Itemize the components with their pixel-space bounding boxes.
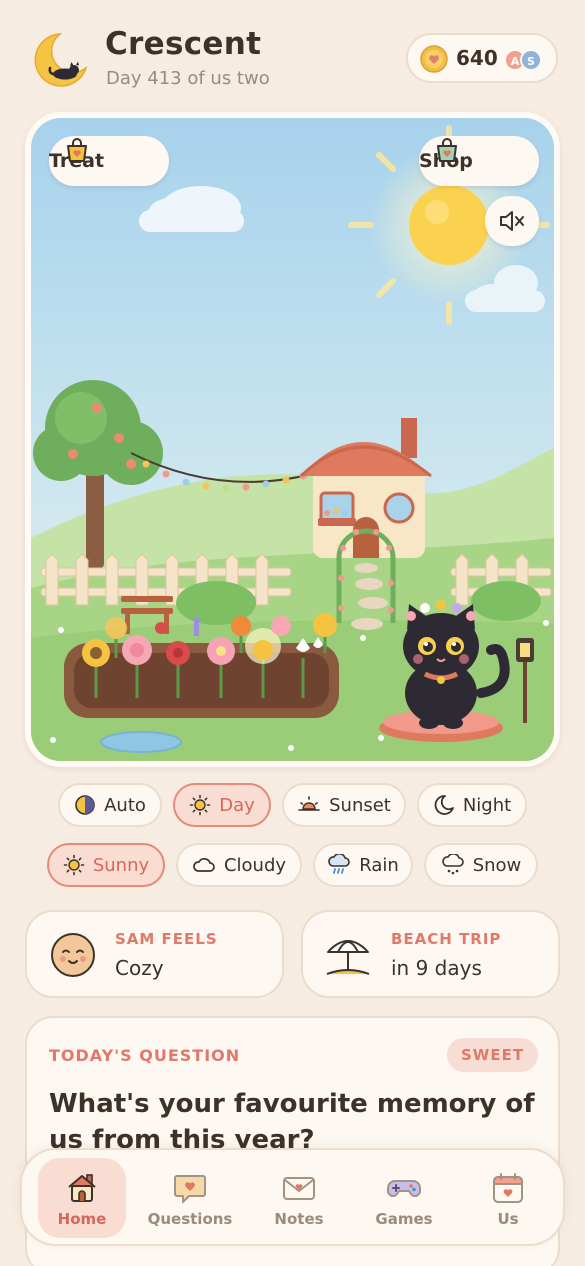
sun-icon: [189, 794, 211, 816]
nav-home[interactable]: Home: [38, 1158, 126, 1238]
time-mode-night[interactable]: Night: [417, 783, 527, 827]
crescent-moon-icon: [434, 795, 454, 815]
chip-label: Cloudy: [223, 854, 287, 876]
garden-illustration: [31, 118, 554, 761]
countdown-label: BEACH TRIP: [391, 930, 502, 948]
speech-heart-icon: [174, 1175, 206, 1203]
nav-label: Notes: [274, 1210, 324, 1228]
gamepad-icon: [387, 1180, 421, 1197]
mood-value: Cozy: [115, 956, 164, 980]
house-icon: [68, 1174, 96, 1202]
cozy-face-icon: [51, 933, 95, 977]
weather-mode-rain[interactable]: Rain: [313, 843, 413, 887]
avatar: S: [520, 49, 542, 71]
shop-button[interactable]: Shop: [419, 136, 539, 186]
chip-label: Snow: [472, 854, 522, 876]
time-mode-day[interactable]: Day: [173, 783, 271, 827]
chip-label: Night: [462, 794, 512, 816]
nav-notes[interactable]: Notes: [255, 1158, 343, 1238]
partner-mood-card[interactable]: SAM FEELS Cozy: [25, 910, 284, 998]
treat-bag-icon: [67, 138, 87, 162]
nav-us[interactable]: Us: [464, 1158, 552, 1238]
shop-bag-icon: [437, 138, 457, 162]
relationship-day-counter: Day 413 of us two: [106, 68, 270, 89]
chip-label: Sunny: [92, 854, 150, 876]
snow-cloud-icon: [441, 854, 464, 875]
weather-mode-snow[interactable]: Snow: [424, 843, 538, 887]
app-title: Crescent: [105, 26, 262, 62]
sunset-icon: [298, 796, 320, 811]
mute-button[interactable]: [485, 196, 539, 246]
garden-scene[interactable]: Treat Shop: [25, 112, 560, 767]
coin-heart-icon: [420, 45, 448, 73]
mood-label: SAM FEELS: [115, 930, 218, 948]
auto-half-moon-icon: [75, 795, 95, 815]
chip-label: Day: [219, 794, 255, 816]
nav-label: Us: [497, 1210, 519, 1228]
weather-mode-sunny[interactable]: Sunny: [47, 843, 165, 887]
countdown-value: in 9 days: [391, 956, 482, 980]
question-category-badge: SWEET: [447, 1038, 539, 1072]
coin-balance-pill[interactable]: 640 A S: [406, 33, 558, 83]
app-header: Crescent Day 413 of us two 640 A S: [0, 0, 585, 110]
sun-icon: [63, 854, 85, 876]
chip-label: Sunset: [329, 794, 391, 816]
treat-button[interactable]: Treat: [49, 136, 169, 186]
rain-cloud-icon: [328, 854, 351, 874]
time-mode-auto[interactable]: Auto: [58, 783, 162, 827]
time-mode-sunset[interactable]: Sunset: [282, 783, 406, 827]
question-label: TODAY'S QUESTION: [49, 1046, 241, 1065]
coin-count: 640: [456, 46, 498, 70]
weather-mode-cloudy[interactable]: Cloudy: [176, 843, 302, 887]
speaker-muted-icon: [500, 211, 524, 231]
crescent-moon-cat-logo: [34, 33, 88, 87]
countdown-card[interactable]: BEACH TRIP in 9 days: [301, 910, 560, 998]
nav-label: Questions: [147, 1210, 233, 1228]
beach-umbrella-icon: [326, 940, 370, 975]
envelope-heart-icon: [283, 1177, 315, 1200]
nav-questions[interactable]: Questions: [146, 1158, 234, 1238]
cloud-icon: [193, 858, 215, 872]
nav-games[interactable]: Games: [360, 1158, 448, 1238]
nav-label: Home: [57, 1210, 107, 1228]
nav-label: Games: [375, 1210, 433, 1228]
chip-label: Rain: [359, 854, 399, 876]
calendar-heart-icon: [493, 1173, 523, 1203]
bottom-navigation: Home Questions Notes Games Us: [20, 1148, 565, 1246]
chip-label: Auto: [104, 794, 146, 816]
